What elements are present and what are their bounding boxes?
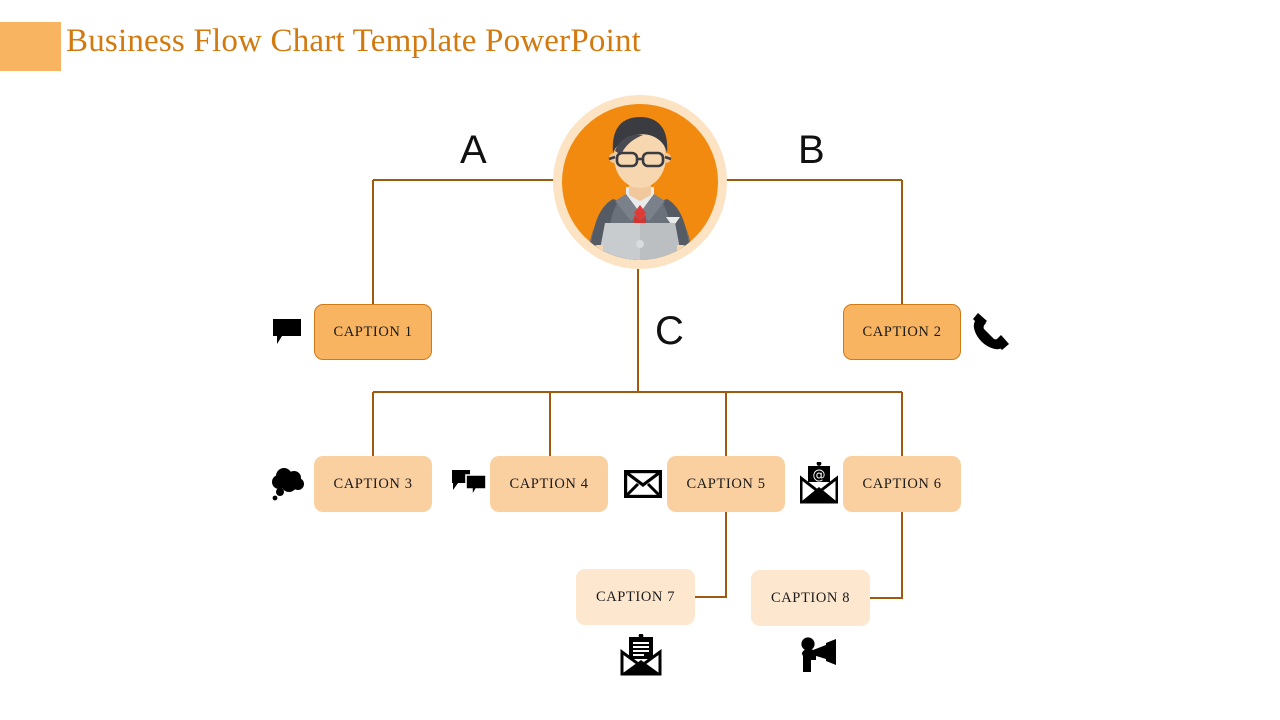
- avatar: [553, 95, 727, 269]
- node-caption-2[interactable]: CAPTION 2: [843, 304, 961, 360]
- chat-bubbles-icon: [452, 470, 486, 496]
- node-caption-5[interactable]: CAPTION 5: [667, 456, 785, 512]
- open-envelope-letter-icon: [620, 634, 662, 676]
- node-caption-8-label: CAPTION 8: [770, 589, 851, 606]
- node-caption-6[interactable]: CAPTION 6: [843, 456, 961, 512]
- node-caption-1[interactable]: CAPTION 1: [314, 304, 432, 360]
- node-caption-4[interactable]: CAPTION 4: [490, 456, 608, 512]
- node-caption-7[interactable]: CAPTION 7: [576, 569, 695, 625]
- megaphone-person-icon: [801, 637, 836, 672]
- phone-handset-icon: [973, 313, 1009, 350]
- envelope-icon: [624, 470, 662, 498]
- svg-text:@: @: [813, 468, 826, 483]
- node-caption-5-label: CAPTION 5: [686, 475, 766, 492]
- thought-bubble-icon: [272, 468, 304, 501]
- branch-label-a: A: [460, 128, 487, 172]
- node-caption-7-label: CAPTION 7: [595, 588, 676, 605]
- node-caption-1-label: CAPTION 1: [333, 323, 413, 340]
- branch-label-c: C: [655, 309, 684, 353]
- node-caption-3-label: CAPTION 3: [333, 475, 413, 492]
- node-caption-6-label: CAPTION 6: [862, 475, 942, 492]
- node-caption-3[interactable]: CAPTION 3: [314, 456, 432, 512]
- node-caption-2-label: CAPTION 2: [862, 323, 942, 340]
- email-at-icon: @: [800, 462, 838, 504]
- connector-to-caption-7: [695, 512, 727, 598]
- branch-label-b: B: [798, 128, 825, 172]
- connector-to-caption-8: [870, 512, 903, 599]
- node-caption-4-label: CAPTION 4: [509, 475, 589, 492]
- speech-bubble-icon: [273, 319, 301, 344]
- node-caption-8[interactable]: CAPTION 8: [751, 570, 870, 626]
